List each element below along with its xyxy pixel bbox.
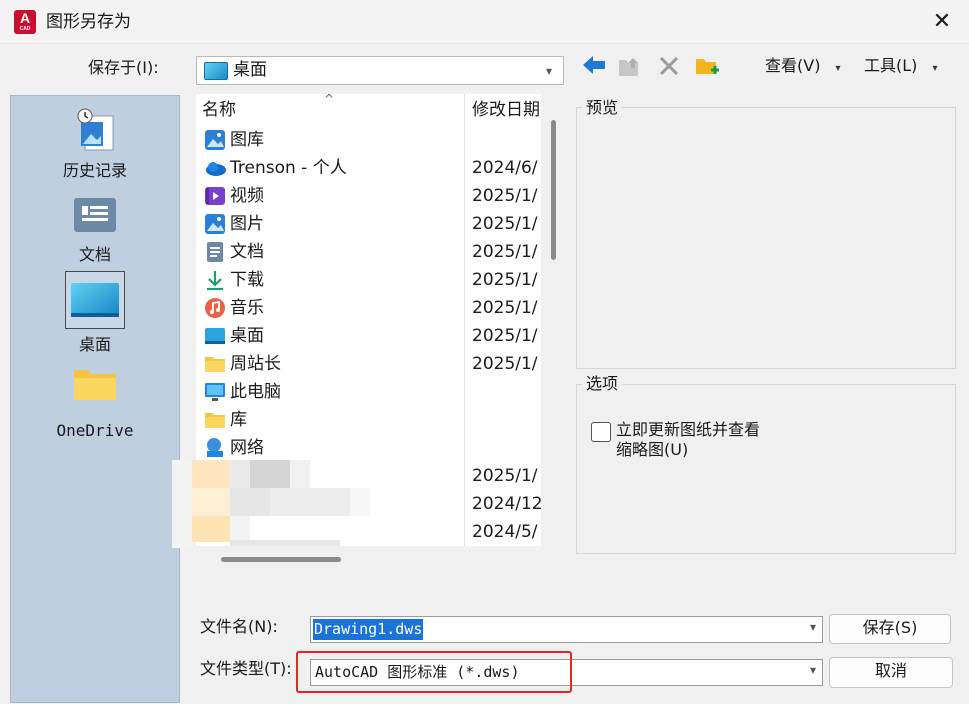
delete-button[interactable]	[654, 54, 684, 82]
delete-x-icon	[659, 56, 679, 76]
folder-icon	[74, 370, 116, 400]
sort-up-icon: ^	[324, 92, 335, 106]
new-folder-button[interactable]	[692, 54, 722, 82]
dropdown-arrow-icon: ▾	[932, 63, 938, 74]
close-icon[interactable]: ✕	[926, 6, 958, 38]
back-button[interactable]	[579, 54, 609, 82]
desktop-icon	[71, 283, 119, 317]
history-icon	[77, 108, 114, 151]
documents-icon	[74, 198, 116, 232]
file-row[interactable]: 此电脑	[196, 378, 541, 406]
file-row[interactable]: 视频 2025/1/	[196, 182, 541, 210]
file-row[interactable]: 周站长 2025/1/	[196, 350, 541, 378]
place-label: 桌面	[78, 335, 111, 354]
view-menu-label: 查看(V)	[765, 56, 821, 75]
place-label: OneDrive	[56, 421, 134, 440]
preview-group	[576, 107, 956, 369]
file-row[interactable]: 桌面 2025/1/	[196, 322, 541, 350]
cancel-button[interactable]: 取消	[829, 657, 953, 688]
file-row[interactable]: Trenson - 个人 2024/6/	[196, 154, 541, 182]
dropdown-arrow-icon: ▾	[835, 63, 841, 74]
documents-icon	[207, 242, 223, 262]
chevron-down-icon[interactable]: ▾	[810, 620, 816, 634]
vertical-scrollbar[interactable]	[551, 120, 556, 260]
folder-icon	[205, 413, 225, 428]
download-icon	[207, 271, 223, 291]
place-label: 历史记录	[62, 161, 127, 180]
file-row[interactable]: 音乐 2025/1/	[196, 294, 541, 322]
file-row[interactable]: 库	[196, 406, 541, 434]
column-header-name[interactable]: 名称	[202, 99, 236, 121]
update-thumbnail-label[interactable]: 立即更新图纸并查看 缩略图(U)	[616, 420, 760, 460]
new-folder-icon	[696, 59, 719, 74]
network-icon	[207, 438, 223, 457]
filename-input[interactable]: Drawing1.dws ▾	[310, 616, 823, 643]
options-title: 选项	[582, 373, 623, 395]
up-folder-icon	[619, 58, 638, 76]
filetype-select[interactable]: AutoCAD 图形标准 (*.dws) ▾	[310, 659, 823, 686]
pictures-icon	[205, 214, 225, 234]
place-onedrive[interactable]: OneDrive	[11, 364, 179, 444]
folder-icon	[205, 357, 225, 372]
chevron-down-icon[interactable]: ▾	[810, 663, 816, 677]
back-arrow-icon	[583, 56, 605, 74]
tools-menu[interactable]: 工具(L) ▾	[864, 55, 938, 80]
file-row[interactable]: 下载 2025/1/	[196, 266, 541, 294]
gallery-icon	[205, 130, 225, 150]
music-icon	[205, 298, 225, 318]
places-bar: 历史记录 文档 桌面 OneDrive	[10, 95, 180, 703]
file-row[interactable]: 网络	[196, 434, 541, 462]
file-list[interactable]: 名称 ^ 修改日期 图库 Trenson - 个人 2024/6/ 视频 202…	[172, 92, 541, 548]
file-row[interactable]: 图片 2025/1/	[196, 210, 541, 238]
window-title: 图形另存为	[46, 12, 131, 32]
save-in-value: 桌面	[233, 60, 267, 80]
place-desktop[interactable]: 桌面	[11, 274, 179, 358]
horizontal-scrollbar[interactable]	[221, 557, 341, 562]
column-header-date[interactable]: 修改日期	[472, 99, 541, 121]
save-button[interactable]: 保存(S)	[829, 614, 951, 644]
tools-menu-label: 工具(L)	[864, 56, 918, 75]
preview-title: 预览	[582, 97, 623, 119]
desktop-icon	[205, 328, 225, 344]
up-folder-button[interactable]	[614, 54, 644, 82]
file-row[interactable]: 文档 2025/1/	[196, 238, 541, 266]
place-documents[interactable]: 文档	[11, 192, 179, 270]
computer-icon	[205, 383, 225, 401]
title-bar: A CAD 图形另存为 ✕	[0, 0, 969, 44]
place-history[interactable]: 历史记录	[11, 104, 179, 184]
place-label: 文档	[78, 245, 111, 264]
video-icon	[205, 187, 225, 205]
onedrive-cloud-icon	[206, 162, 226, 176]
view-menu[interactable]: 查看(V) ▾	[765, 55, 841, 80]
update-thumbnail-checkbox[interactable]	[591, 422, 611, 442]
filename-label: 文件名(N):	[200, 617, 278, 636]
autocad-app-icon: A CAD	[14, 10, 36, 34]
options-group	[576, 384, 956, 554]
file-row[interactable]: 图库	[196, 126, 541, 154]
desktop-icon	[204, 62, 228, 80]
filetype-label: 文件类型(T):	[200, 659, 292, 678]
filetype-value: AutoCAD 图形标准 (*.dws)	[315, 663, 520, 681]
save-in-label: 保存于(I):	[88, 58, 159, 77]
filename-value: Drawing1.dws	[313, 619, 424, 640]
chevron-down-icon[interactable]: ▾	[541, 57, 557, 84]
save-in-combo[interactable]: 桌面 ▾	[196, 56, 564, 85]
